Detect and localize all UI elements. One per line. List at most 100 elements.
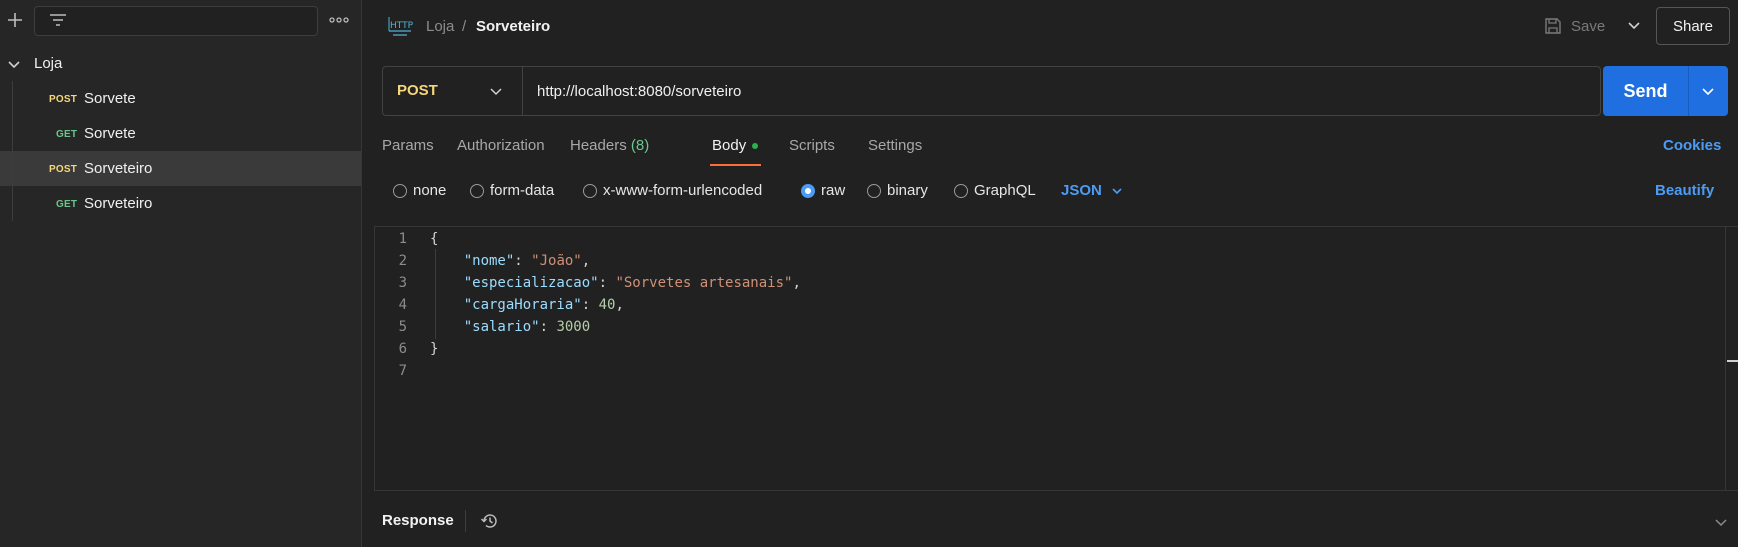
body-modified-dot [752, 143, 759, 150]
breadcrumb: HTTP Loja / Sorveteiro Save Share [363, 0, 1738, 52]
save-button[interactable]: Save [1543, 14, 1605, 38]
tab-headers[interactable]: Headers (8) [570, 137, 649, 154]
history-icon[interactable] [480, 511, 500, 531]
chevron-down-icon [490, 88, 502, 96]
sidebar-toolbar [0, 0, 362, 42]
line-number: 3 [398, 275, 407, 291]
tree-guide [12, 151, 13, 186]
request-name: Sorvete [84, 125, 136, 142]
chevron-down-icon[interactable] [6, 56, 22, 72]
code-line: "especializacao": "Sorvetes artesanais", [463, 275, 801, 291]
headers-count: (8) [630, 137, 650, 154]
chevron-down-icon[interactable] [1700, 83, 1716, 99]
tab-authorization[interactable]: Authorization [457, 137, 545, 154]
save-icon [1545, 18, 1561, 34]
collection-loja[interactable]: Loja [0, 46, 361, 81]
language-select[interactable]: JSON [1061, 182, 1124, 199]
radio-none[interactable]: none [393, 182, 446, 199]
request-tabs: Params Authorization Headers (8) Body Sc… [363, 128, 1738, 166]
active-tab-indicator [710, 164, 761, 166]
chevron-down-icon[interactable] [1713, 514, 1729, 530]
tab-settings[interactable]: Settings [868, 137, 922, 154]
line-number: 1 [398, 231, 407, 247]
method-badge: GET [56, 129, 78, 140]
send-button[interactable]: Send [1603, 66, 1728, 116]
sidebar-request-post-sorvete[interactable]: POST Sorvete [0, 81, 361, 116]
radio-circle [867, 183, 881, 198]
radio-label: none [413, 182, 447, 199]
code-editor[interactable]: 1 2 3 4 5 6 7 { "nome": "João", "especia… [374, 226, 1738, 491]
radio-label: x-www-form-urlencoded [603, 182, 763, 199]
url-input[interactable] [525, 67, 1599, 115]
sidebar-filter-input[interactable] [34, 6, 318, 36]
json-key: "especializacao" [463, 275, 599, 291]
language-select-value: JSON [1061, 182, 1102, 199]
tree-guide [12, 116, 13, 151]
body-type-options: none form-data x-www-form-urlencoded raw… [363, 178, 1738, 204]
filter-icon [50, 14, 66, 26]
code-line: "nome": "João", [463, 253, 591, 269]
radio-label: GraphQL [974, 182, 1036, 199]
method-select[interactable]: POST [383, 67, 523, 115]
method-badge: POST [49, 94, 78, 105]
svg-text:HTTP: HTTP [390, 21, 414, 31]
request-name: Sorveteiro [84, 160, 153, 177]
radio-binary[interactable]: binary [867, 182, 928, 199]
tree-guide [12, 186, 13, 221]
json-key: "salario" [463, 319, 540, 335]
request-name: Sorveteiro [84, 195, 153, 212]
json-key: "nome" [463, 253, 515, 269]
code-line: } [430, 341, 438, 357]
code-token: { [430, 231, 439, 247]
sidebar-request-post-sorveteiro[interactable]: POST Sorveteiro [0, 151, 361, 186]
line-number-gutter: 1 2 3 4 5 6 7 [375, 227, 419, 490]
collection-tree: Loja POST Sorvete GET Sorvete POST Sorve… [0, 46, 361, 221]
collection-name: Loja [34, 55, 63, 72]
tab-scripts[interactable]: Scripts [789, 137, 835, 154]
code-token: } [430, 341, 439, 357]
tab-body-label: Body [712, 137, 747, 154]
divider [465, 510, 466, 532]
line-number: 4 [398, 297, 407, 313]
line-number: 2 [398, 253, 407, 269]
cookies-link[interactable]: Cookies [1663, 137, 1721, 154]
line-number: 7 [398, 363, 407, 379]
breadcrumb-separator: / [462, 18, 467, 35]
sidebar-request-get-sorveteiro[interactable]: GET Sorveteiro [0, 186, 361, 221]
radio-label: form-data [490, 182, 555, 199]
code-line: "salario": 3000 [463, 319, 591, 335]
tab-body[interactable]: Body [712, 137, 759, 154]
more-options-icon[interactable] [328, 11, 350, 29]
line-number: 6 [398, 341, 407, 357]
code-line: { [430, 231, 438, 247]
radio-label: binary [887, 182, 928, 199]
json-value: "Sorvetes artesanais" [615, 275, 793, 291]
radio-circle [393, 183, 407, 198]
scroll-position-marker [1727, 360, 1738, 362]
radio-circle-selected [801, 183, 815, 198]
chevron-down-icon [1112, 187, 1122, 194]
response-label[interactable]: Response [382, 512, 454, 529]
response-panel-header: Response [363, 500, 1738, 547]
beautify-link[interactable]: Beautify [1655, 182, 1714, 199]
tab-headers-label: Headers [570, 137, 627, 154]
breadcrumb-parent[interactable]: Loja [426, 18, 454, 35]
send-label: Send [1623, 80, 1668, 101]
radio-raw[interactable]: raw [801, 182, 845, 199]
radio-form-data[interactable]: form-data [470, 182, 554, 199]
method-select-value: POST [397, 82, 438, 99]
sidebar-request-get-sorvete[interactable]: GET Sorvete [0, 116, 361, 151]
tree-guide [12, 81, 13, 116]
editor-scrollbar[interactable] [1725, 227, 1738, 490]
radio-graphql[interactable]: GraphQL [954, 182, 1036, 199]
plus-icon[interactable] [4, 9, 26, 31]
chevron-down-icon[interactable] [1625, 16, 1643, 34]
breadcrumb-current[interactable]: Sorveteiro [476, 18, 550, 35]
radio-circle [470, 183, 484, 198]
line-number: 5 [398, 319, 407, 335]
radio-x-www-form-urlencoded[interactable]: x-www-form-urlencoded [583, 182, 762, 199]
share-button[interactable]: Share [1656, 7, 1730, 45]
json-key: "cargaHoraria" [463, 297, 582, 313]
request-name: Sorvete [84, 90, 136, 107]
tab-params[interactable]: Params [382, 137, 434, 154]
